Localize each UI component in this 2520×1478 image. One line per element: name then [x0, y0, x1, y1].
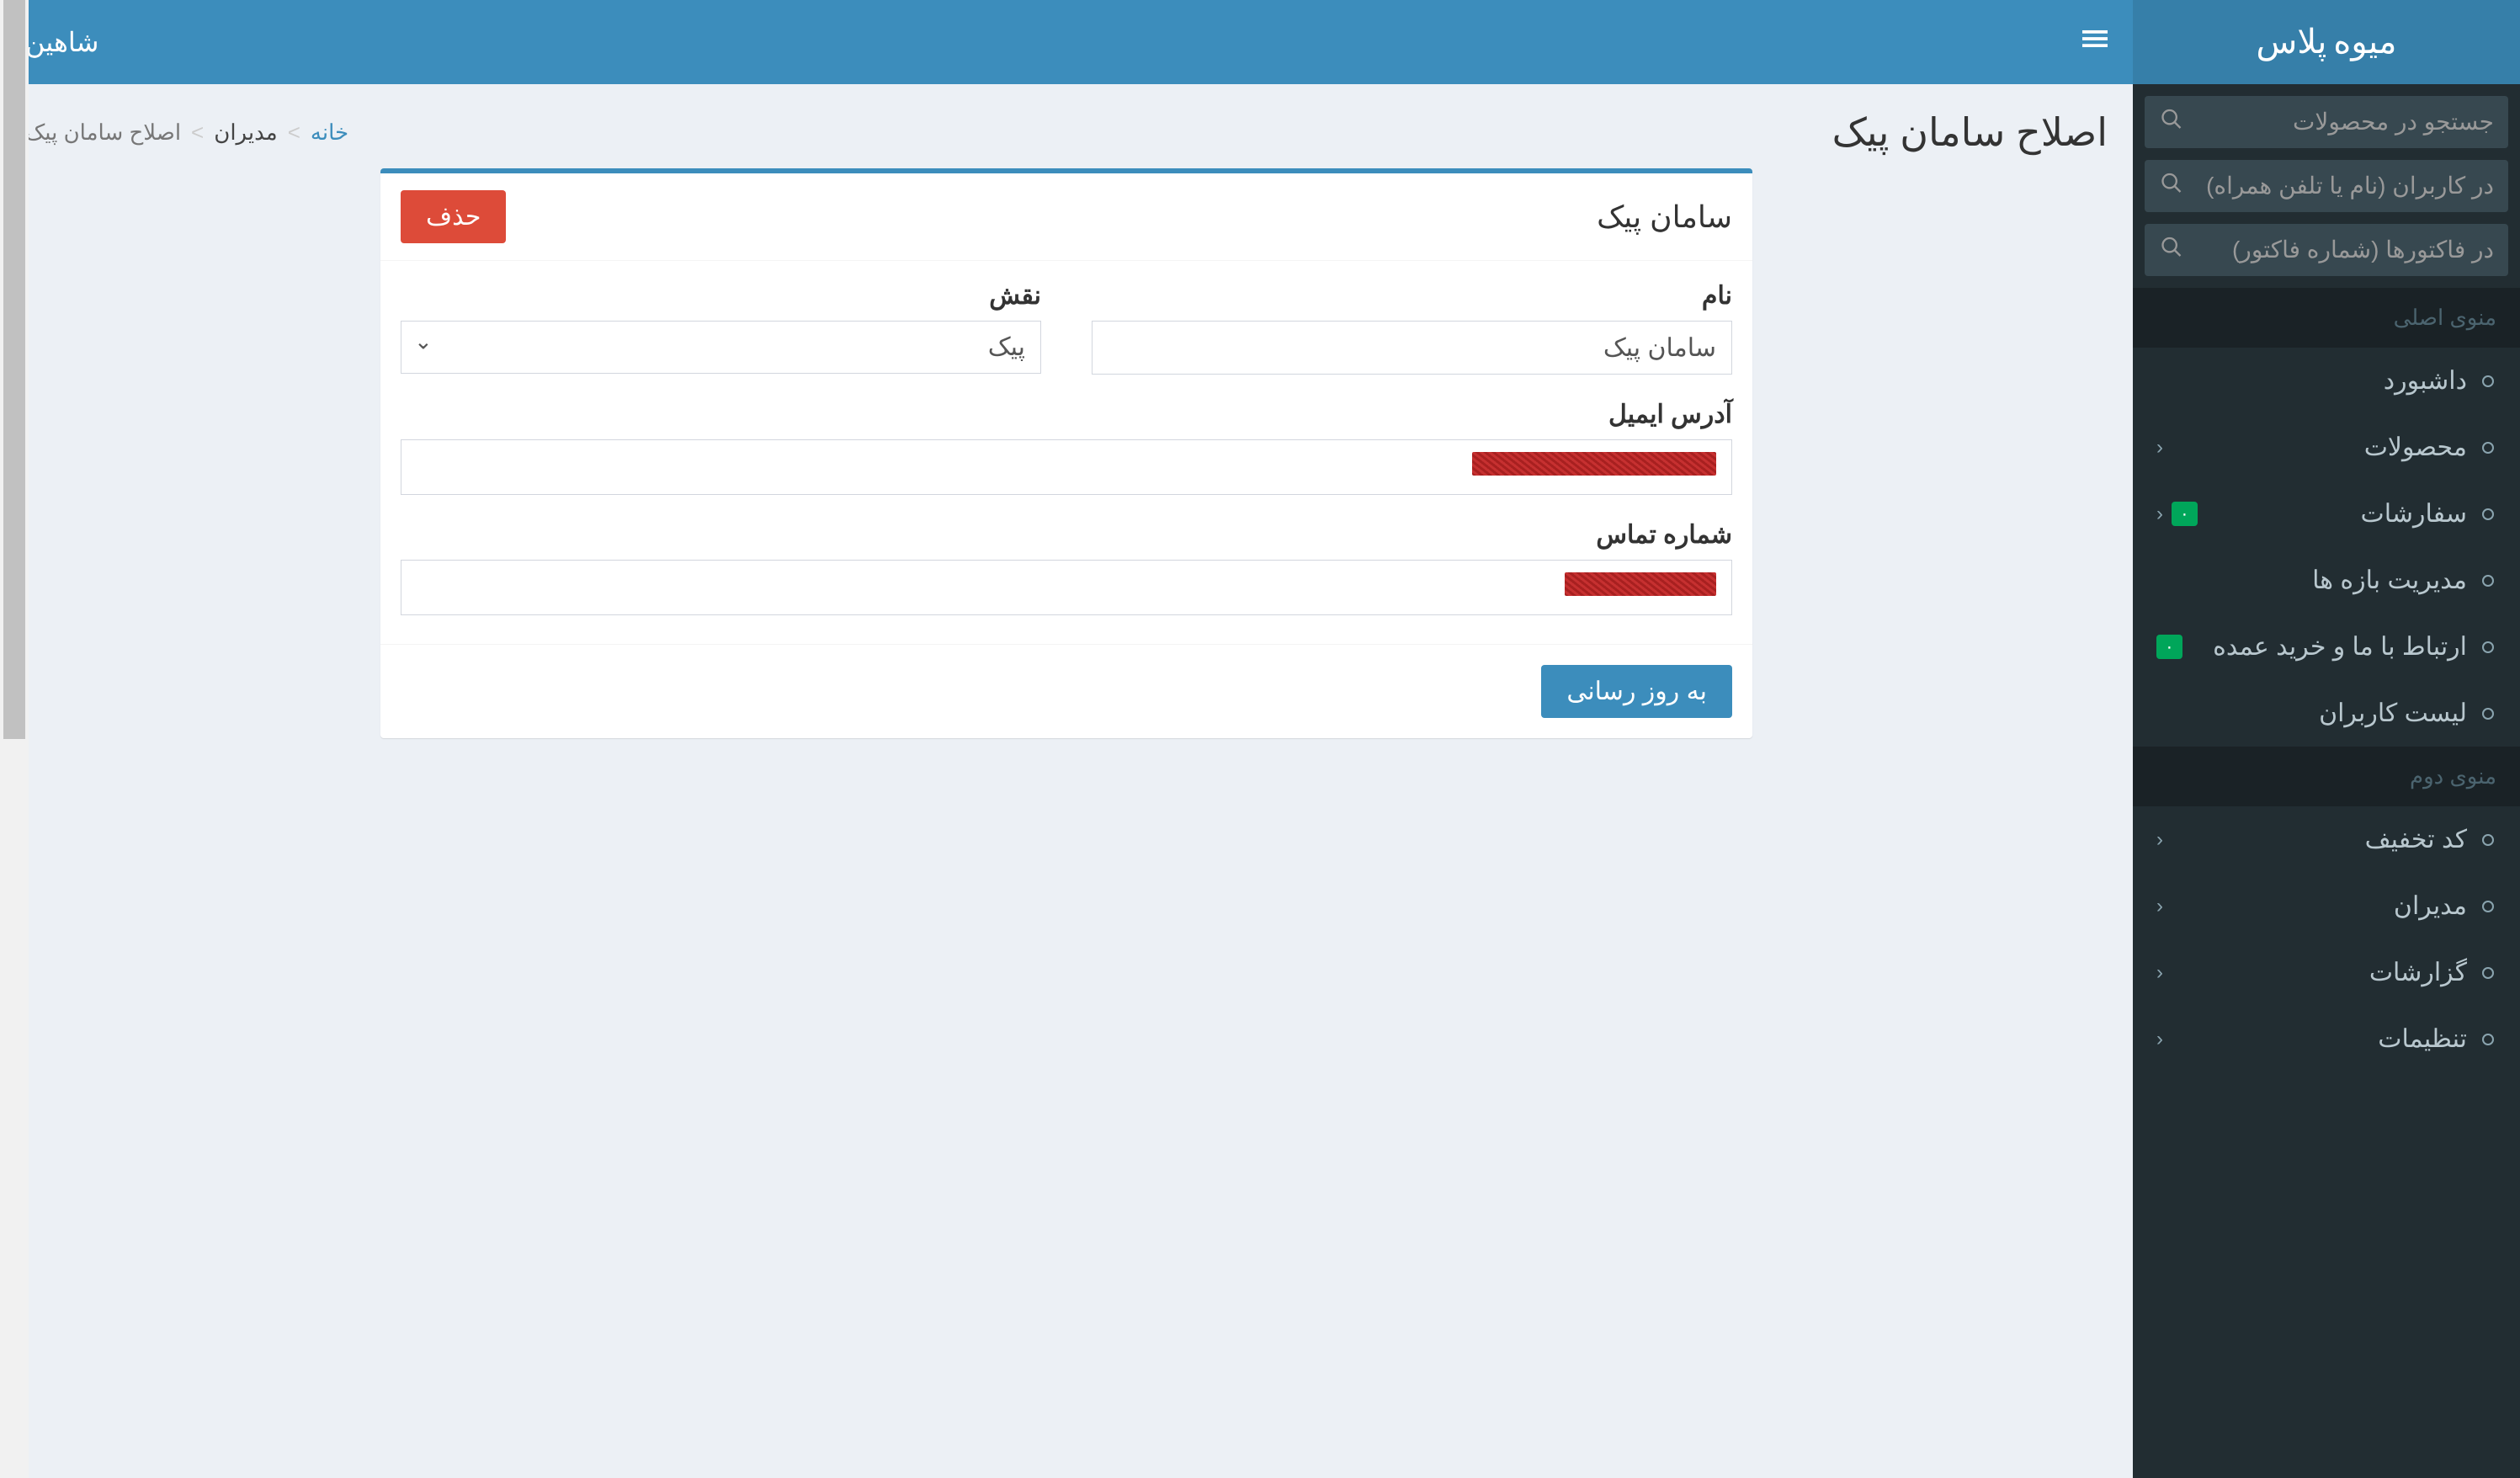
bullet-icon	[2482, 442, 2494, 454]
bullet-icon	[2482, 1034, 2494, 1045]
search-users	[2145, 160, 2508, 212]
sidebar-item-label: تنظیمات	[2172, 1024, 2467, 1054]
sidebar-item-label: مدیران	[2172, 891, 2467, 921]
delete-button[interactable]: حذف	[401, 190, 506, 243]
sidebar-item-label: محصولات	[2172, 433, 2467, 462]
search-users-input[interactable]	[2145, 160, 2508, 212]
breadcrumb-current: اصلاح سامان پیک	[25, 120, 181, 146]
topbar: شاهین	[0, 0, 2133, 84]
bullet-icon	[2482, 641, 2494, 653]
sidebar-item[interactable]: تنظیمات ‹	[2133, 1006, 2520, 1072]
bullet-icon	[2482, 575, 2494, 587]
badge: ۰	[2156, 635, 2182, 659]
chevron-left-icon: ‹	[2156, 961, 2163, 985]
search-invoices	[2145, 224, 2508, 276]
bullet-icon	[2482, 375, 2494, 387]
update-button[interactable]: به روز رسانی	[1541, 665, 1732, 718]
sidebar-item-label: گزارشات	[2172, 958, 2467, 987]
chevron-left-icon: ‹	[2156, 828, 2163, 852]
sidebar-item[interactable]: مدیریت بازه ها	[2133, 547, 2520, 614]
search-icon[interactable]	[2160, 172, 2183, 201]
sidebar-item[interactable]: سفارشات۰ ‹	[2133, 481, 2520, 547]
search-invoices-input[interactable]	[2145, 224, 2508, 276]
sidebar-item-label: ارتباط با ما و خرید عمده	[2189, 632, 2467, 662]
brand[interactable]: میوه پلاس	[2133, 0, 2520, 84]
page-title: اصلاح سامان پیک	[1832, 109, 2108, 155]
sidebar-item[interactable]: مدیران ‹	[2133, 873, 2520, 939]
search-products	[2145, 96, 2508, 148]
breadcrumb: خانه مدیران اصلاح سامان پیک	[25, 120, 348, 146]
sidebar-item[interactable]: محصولات ‹	[2133, 414, 2520, 481]
brand-bold: میوه	[2333, 23, 2396, 61]
bullet-icon	[2482, 708, 2494, 720]
sidebar-header-main: منوی اصلی	[2133, 288, 2520, 348]
search-icon[interactable]	[2160, 236, 2183, 265]
sidebar: میوه پلاس منوی اص	[2133, 0, 2520, 1478]
name-input[interactable]	[1092, 321, 1732, 375]
page-scrollbar[interactable]	[0, 0, 29, 1478]
phone-input[interactable]	[1565, 572, 1716, 596]
bullet-icon	[2482, 901, 2494, 912]
bullet-icon	[2482, 967, 2494, 979]
label-phone: شماره تماس	[401, 520, 1732, 550]
brand-light: پلاس	[2257, 23, 2327, 61]
bullet-icon	[2482, 834, 2494, 846]
sidebar-item-label: لیست کاربران	[2156, 699, 2467, 728]
label-email: آدرس ایمیل	[401, 400, 1732, 429]
search-icon[interactable]	[2160, 108, 2183, 137]
label-name: نام	[1092, 281, 1732, 311]
chevron-left-icon: ‹	[2156, 895, 2163, 918]
breadcrumb-managers[interactable]: مدیران	[214, 120, 277, 146]
label-role: نقش	[401, 281, 1041, 311]
sidebar-item-label: مدیریت بازه ها	[2156, 566, 2467, 595]
sidebar-item-label: کد تخفیف	[2172, 825, 2467, 854]
sidebar-item[interactable]: لیست کاربران	[2133, 680, 2520, 747]
sidebar-item[interactable]: گزارشات ‹	[2133, 939, 2520, 1006]
breadcrumb-home[interactable]: خانه	[311, 120, 348, 146]
role-select[interactable]: پیک	[401, 321, 1041, 374]
topbar-user[interactable]: شاهین	[25, 26, 98, 58]
sidebar-header-second: منوی دوم	[2133, 747, 2520, 806]
sidebar-item-label: داشبورد	[2156, 366, 2467, 396]
menu-toggle-icon[interactable]	[2082, 26, 2108, 59]
bullet-icon	[2482, 508, 2494, 520]
chevron-left-icon: ‹	[2156, 436, 2163, 460]
sidebar-item-label: سفارشات	[2204, 499, 2467, 529]
email-input[interactable]	[1472, 452, 1716, 476]
chevron-left-icon: ‹	[2156, 502, 2163, 526]
badge: ۰	[2172, 502, 2198, 526]
chevron-left-icon: ‹	[2156, 1028, 2163, 1051]
edit-box: سامان پیک حذف نام نقش پیک	[380, 168, 1752, 738]
sidebar-item[interactable]: داشبورد	[2133, 348, 2520, 414]
sidebar-item[interactable]: ارتباط با ما و خرید عمده ۰	[2133, 614, 2520, 680]
box-title: سامان پیک	[1597, 199, 1732, 235]
search-products-input[interactable]	[2145, 96, 2508, 148]
sidebar-item[interactable]: کد تخفیف ‹	[2133, 806, 2520, 873]
